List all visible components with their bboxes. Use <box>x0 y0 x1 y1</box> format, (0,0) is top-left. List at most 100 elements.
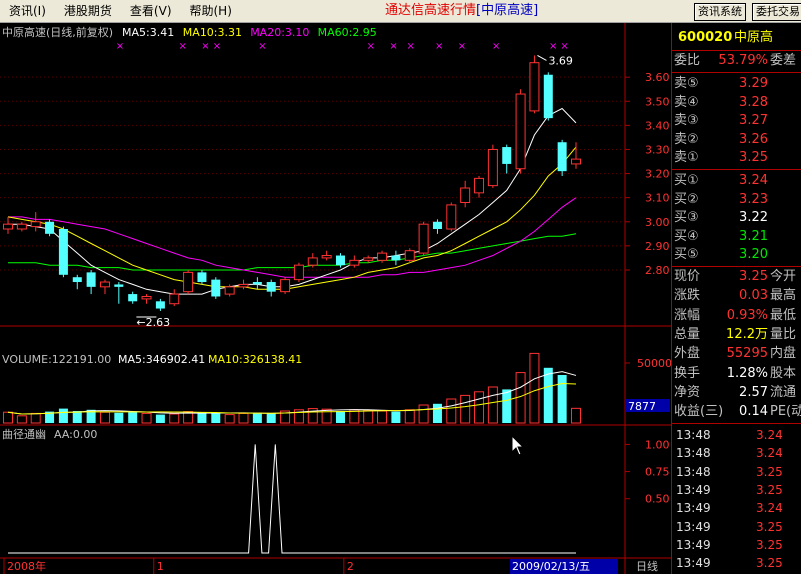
ask-row: 卖④ 3.28 <box>672 94 801 112</box>
volume-bar <box>529 352 540 424</box>
app-title-text: 通达信高速行情 <box>385 3 477 18</box>
stat-row-label: 外盘 <box>674 346 701 362</box>
candle-body <box>487 148 498 187</box>
indicator-title: 曲径通幽 <box>2 428 46 441</box>
quote-panel: 600020 中原高 委比 53.79% 委差 卖⑤ 3.29 卖④ 3.28 卖③ 3.… <box>671 23 801 574</box>
bid-row-value: 3.24 <box>739 173 768 188</box>
candle-body <box>557 142 567 172</box>
candle-body <box>460 187 471 203</box>
ma60-line <box>8 233 577 271</box>
x-axis-label: 2 <box>347 560 354 573</box>
candle-body <box>86 272 96 287</box>
volume-bar <box>114 412 124 423</box>
stat-row-label: 收益(三) <box>674 404 724 420</box>
bid-row-value: 3.22 <box>739 210 768 225</box>
tick-row: 13:48 3.25 <box>672 463 801 481</box>
stat-row: 换手 1.28% 股本 <box>672 365 801 383</box>
app-title-stock: [中原高速] <box>476 3 539 18</box>
volume-bar <box>460 394 471 424</box>
stat-row-right-label: PE(动 <box>770 404 801 420</box>
volume-bar <box>58 408 68 423</box>
candle-body <box>58 229 68 275</box>
volume-bar <box>474 391 485 424</box>
stat-row-value: 12.2万 <box>726 326 768 342</box>
trade-button[interactable]: 委托交易 <box>752 3 801 21</box>
stat-row-right-label: 股本 <box>770 365 797 381</box>
volume-bar <box>363 409 374 424</box>
signal-mark-icon: × <box>389 41 397 52</box>
candle-body <box>252 282 262 285</box>
tick-price: 3.24 <box>756 501 783 516</box>
candle-body <box>307 257 318 266</box>
tick-time: 13:48 <box>676 464 711 479</box>
signal-mark-icon: × <box>560 41 568 52</box>
weicha-label: 委差 <box>770 53 797 68</box>
bid-row-label: 买② <box>674 191 699 207</box>
ma20-line <box>8 197 577 278</box>
volume-bar <box>141 412 152 424</box>
ask-row-value: 3.25 <box>739 150 768 165</box>
stat-row-value: 55295 <box>726 346 768 362</box>
menu-view[interactable]: 查看(V) <box>121 0 181 22</box>
menu-hk-futures[interactable]: 港股期货 <box>55 0 121 22</box>
tick-price: 3.25 <box>756 464 783 479</box>
tick-time: 13:49 <box>676 519 711 534</box>
menu-news[interactable]: 资讯(I) <box>0 0 55 22</box>
signal-mark-icon: × <box>179 41 187 52</box>
news-system-button[interactable]: 资讯系统 <box>694 3 746 21</box>
bid-row-value: 3.23 <box>739 191 768 207</box>
bid-row-value: 3.20 <box>739 247 768 262</box>
x-axis-label: 1 <box>157 560 164 573</box>
signal-mark-icon: × <box>116 41 124 52</box>
menu-help[interactable]: 帮助(H) <box>181 0 241 22</box>
candle-body <box>391 255 401 261</box>
chart-area[interactable]: 3.60 3.50 3.40 3.30 3.20 3.10 3.00 2.90 2.80 3.69… <box>0 23 671 574</box>
price-tick-label: 3.30 <box>645 143 670 156</box>
stat-row: 外盘 55295 内盘 <box>672 345 801 363</box>
ask-row-value: 3.29 <box>739 76 768 91</box>
volume-bar <box>432 403 442 423</box>
bid-row-label: 买④ <box>674 228 699 244</box>
volume-ma10-legend: MA10:326138.41 <box>208 353 302 366</box>
indicator-tick-label: 0.75 <box>645 466 670 479</box>
stat-row-value: 2.57 <box>739 384 768 400</box>
volume-bar <box>72 411 82 423</box>
bid-row: 买③ 3.22 <box>672 209 801 227</box>
volume-bar <box>99 411 110 424</box>
ask-row-label: 卖③ <box>674 113 699 128</box>
candle-body <box>45 221 55 234</box>
volume-tick-label: 50000 <box>637 357 671 370</box>
x-axis-label: 2008年 <box>7 559 46 573</box>
low-label: ←2.63 <box>136 316 170 329</box>
mouse-cursor-icon <box>511 434 525 456</box>
volume-bar <box>30 412 41 424</box>
candle-body <box>280 279 291 293</box>
stat-row-right-label: 内盘 <box>770 346 797 362</box>
candle-body <box>16 223 27 230</box>
indicator-aa-line <box>8 444 576 554</box>
stat-row-right-label: 今开 <box>770 269 797 284</box>
weibi-value: 53.79% <box>718 53 768 68</box>
ask-row-label: 卖② <box>674 131 699 147</box>
volume-bar <box>571 407 581 424</box>
tick-time: 13:49 <box>676 482 711 497</box>
candle-body <box>502 147 512 164</box>
weibi-row: 委比 53.79% 委差 <box>672 52 801 70</box>
volume-bar <box>169 413 180 424</box>
ask-row-value: 3.28 <box>739 94 768 110</box>
candle-body <box>404 250 415 261</box>
ma-legend-ma5: MA5:3.41 <box>122 26 174 39</box>
stat-row: 总量 12.2万 量比 <box>672 326 801 344</box>
price-tick-label: 3.40 <box>645 119 670 132</box>
tick-row: 13:48 3.24 <box>672 426 801 444</box>
signal-mark-icon: × <box>367 41 375 52</box>
tick-time: 13:49 <box>676 556 711 571</box>
price-tick-label: 2.80 <box>645 264 670 277</box>
candle-body <box>141 295 152 300</box>
signal-mark-icon: × <box>213 41 221 52</box>
volume-bar <box>404 409 415 424</box>
stat-row-label: 换手 <box>674 365 701 381</box>
tick-price: 3.25 <box>756 482 783 497</box>
stock-name: 中原高 <box>734 30 774 45</box>
stat-row-value: 0.93% <box>726 307 768 323</box>
